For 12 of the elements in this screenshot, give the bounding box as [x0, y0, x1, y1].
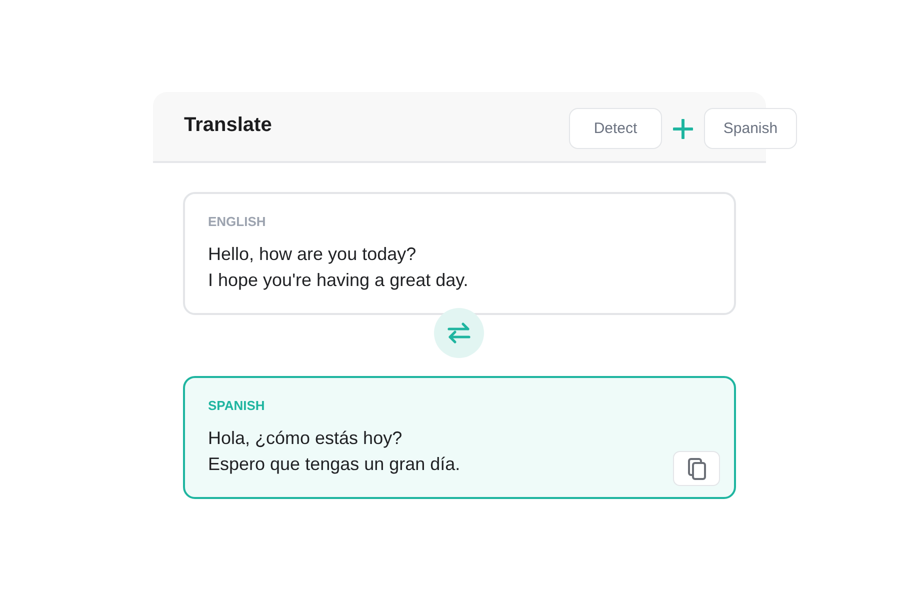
language-label: SPANISH [208, 398, 265, 413]
copy-button[interactable] [673, 451, 720, 486]
target-text: Hola, ¿cómo estás hoy? Espero que tengas un gran día. [208, 427, 460, 476]
source-language-button[interactable]: Detect [569, 108, 662, 149]
copy-icon [688, 458, 706, 480]
app-title: Translate [184, 114, 273, 137]
plus-icon [673, 118, 693, 138]
swap-button[interactable] [434, 308, 484, 358]
swap-icon [447, 322, 471, 344]
source-text: Hello, how are you today? I hope you're having a great day. [208, 243, 468, 292]
language-label: ENGLISH [208, 214, 266, 229]
target-language-button[interactable]: Spanish [704, 108, 797, 149]
